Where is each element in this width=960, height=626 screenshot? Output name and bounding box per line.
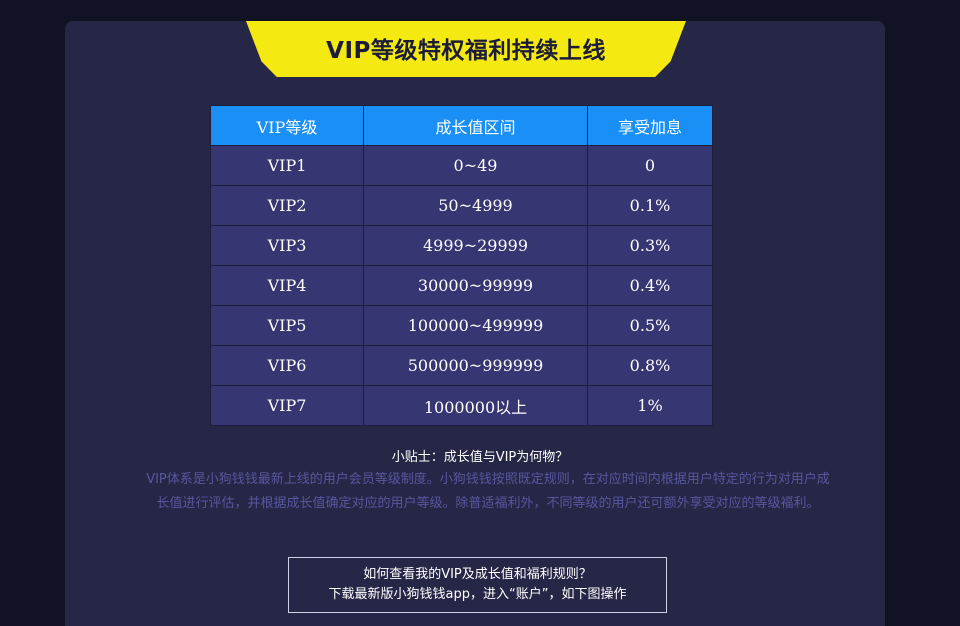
table-row: VIP6 500000~999999 0.8% [210,345,713,386]
cell-level: VIP3 [210,225,364,266]
cell-range: 50~4999 [363,185,588,226]
cell-range: 30000~99999 [363,265,588,306]
table-row: VIP7 1000000以上 1% [210,385,713,426]
header-interest-bonus: 享受加息 [587,105,713,146]
cell-level: VIP2 [210,185,364,226]
cell-level: VIP4 [210,265,364,306]
cell-range: 500000~999999 [363,345,588,386]
cell-range: 1000000以上 [363,385,588,426]
cell-level: VIP1 [210,145,364,186]
cell-range: 0~49 [363,145,588,186]
cell-level: VIP6 [210,345,364,386]
page: VIP等级特权福利持续上线 VIP等级 成长值区间 享受加息 VIP1 0~49… [0,0,960,626]
table-header-row: VIP等级 成长值区间 享受加息 [210,105,713,146]
howto-box: 如何查看我的VIP及成长值和福利规则？ 下载最新版小狗钱钱app，进入“账户”，… [288,557,667,613]
header-growth-range: 成长值区间 [363,105,588,146]
table-row: VIP3 4999~29999 0.3% [210,225,713,266]
table-row: VIP4 30000~99999 0.4% [210,265,713,306]
table-row: VIP1 0~49 0 [210,145,713,186]
vip-level-table: VIP等级 成长值区间 享受加息 VIP1 0~49 0 VIP2 50~499… [210,105,713,426]
table-row: VIP2 50~4999 0.1% [210,185,713,226]
cell-bonus: 0.3% [587,225,713,266]
cell-bonus: 0.4% [587,265,713,306]
howto-question: 如何查看我的VIP及成长值和福利规则？ [363,567,592,582]
title-banner: VIP等级特权福利持续上线 [246,21,686,77]
tip-title: 小贴士：成长值与VIP为何物？ [391,450,569,465]
cell-bonus: 0.8% [587,345,713,386]
cell-bonus: 1% [587,385,713,426]
table-row: VIP5 100000~499999 0.5% [210,305,713,346]
cell-level: VIP7 [210,385,364,426]
cell-bonus: 0 [587,145,713,186]
cell-range: 100000~499999 [363,305,588,346]
banner-title: VIP等级特权福利持续上线 [326,38,606,64]
header-vip-level: VIP等级 [210,105,364,146]
cell-bonus: 0.5% [587,305,713,346]
cell-level: VIP5 [210,305,364,346]
cell-range: 4999~29999 [363,225,588,266]
howto-instructions: 下载最新版小狗钱钱app，进入“账户”，如下图操作 [328,587,627,602]
cell-bonus: 0.1% [587,185,713,226]
tip-body: VIP体系是小狗钱钱最新上线的用户会员等级制度。小狗钱钱按照既定规则，在对应时间… [146,472,830,511]
